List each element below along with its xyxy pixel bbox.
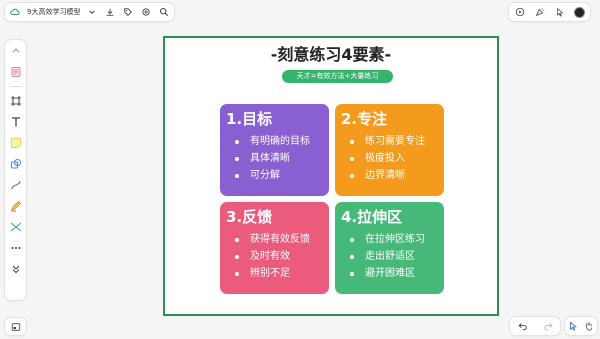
- celebrate-icon[interactable]: [534, 6, 546, 18]
- card-item: 辨别不足: [226, 265, 329, 282]
- toolbar-separator: [9, 86, 22, 87]
- card-item: 可分解: [226, 167, 329, 184]
- card-stretch-zone[interactable]: 4.拉伸区 在拉伸区练习 走出舒适区 避开困难区: [335, 202, 444, 294]
- card-goal[interactable]: 1.目标 有明确的目标 具体清晰 可分解: [220, 104, 329, 196]
- hand-icon[interactable]: [583, 320, 595, 332]
- card-focus[interactable]: 2.专注 练习需要专注 极度投入 边界清晰: [335, 104, 444, 196]
- frame-icon[interactable]: [9, 94, 23, 108]
- card-item: 边界清晰: [341, 167, 444, 184]
- card-item: 获得有效反馈: [226, 231, 329, 248]
- bullet-icon: [235, 173, 239, 178]
- history-controls: [510, 317, 560, 335]
- play-icon[interactable]: [514, 6, 526, 18]
- text-icon[interactable]: [9, 115, 23, 129]
- sticky-note-icon[interactable]: [9, 136, 23, 150]
- pointer-icon[interactable]: [554, 6, 566, 18]
- settings-icon[interactable]: [140, 6, 152, 18]
- card-heading: 4.拉伸区: [341, 208, 403, 226]
- redo-icon[interactable]: [542, 320, 554, 332]
- card-heading: 3.反馈: [226, 208, 273, 226]
- canvas-title[interactable]: -刻意练习4要素-: [165, 41, 497, 65]
- subtitle-badge[interactable]: 天才=有效方法+大量练习: [282, 70, 393, 83]
- card-feedback[interactable]: 3.反馈 获得有效反馈 及时有效 辨别不足: [220, 202, 329, 294]
- bullet-icon: [235, 237, 239, 242]
- bullet-icon: [350, 173, 354, 178]
- more-icon[interactable]: [9, 241, 23, 255]
- tag-icon[interactable]: [122, 6, 134, 18]
- search-icon[interactable]: [158, 6, 170, 18]
- card-item: 有明确的目标: [226, 133, 329, 150]
- connector-icon[interactable]: [9, 178, 23, 192]
- card-item: 具体清晰: [226, 150, 329, 167]
- template-icon[interactable]: [9, 65, 23, 79]
- bullet-icon: [350, 254, 354, 259]
- card-item: 练习需要专注: [341, 133, 444, 150]
- bullet-icon: [350, 237, 354, 242]
- shape-icon[interactable]: [9, 157, 23, 171]
- board-title[interactable]: 9大高效学习模型: [27, 7, 80, 17]
- bullet-icon: [350, 271, 354, 276]
- minimap-button[interactable]: [5, 318, 26, 335]
- card-item: 在拉伸区练习: [341, 231, 444, 248]
- select-pointer-icon[interactable]: [567, 320, 579, 332]
- card-item: 极度投入: [341, 150, 444, 167]
- minimap-icon: [10, 321, 22, 333]
- undo-icon[interactable]: [517, 320, 529, 332]
- expand-down-icon[interactable]: [9, 262, 23, 276]
- bullet-icon: [350, 139, 354, 144]
- top-right-bar: [509, 3, 590, 21]
- mode-controls: [565, 317, 597, 335]
- bullet-icon: [235, 254, 239, 259]
- cloud-icon[interactable]: [9, 6, 21, 18]
- card-heading: 2.专注: [341, 110, 388, 128]
- left-toolbar: [5, 40, 26, 300]
- bullet-icon: [235, 271, 239, 276]
- bullet-icon: [235, 156, 239, 161]
- bullet-icon: [350, 156, 354, 161]
- pen-icon[interactable]: [9, 199, 23, 213]
- card-heading: 1.目标: [226, 110, 273, 128]
- top-left-bar: 9大高效学习模型: [5, 3, 175, 21]
- bullet-icon: [235, 139, 239, 144]
- card-item: 避开困难区: [341, 265, 444, 282]
- card-item: 走出舒适区: [341, 248, 444, 265]
- download-icon[interactable]: [104, 6, 116, 18]
- collapse-up-icon[interactable]: [9, 44, 23, 58]
- card-item: 及时有效: [226, 248, 329, 265]
- mindmap-icon[interactable]: [9, 220, 23, 234]
- chevron-down-icon[interactable]: [86, 6, 98, 18]
- canvas-frame[interactable]: -刻意练习4要素- 天才=有效方法+大量练习 1.目标 有明确的目标 具体清晰 …: [163, 36, 499, 316]
- avatar[interactable]: [574, 6, 585, 18]
